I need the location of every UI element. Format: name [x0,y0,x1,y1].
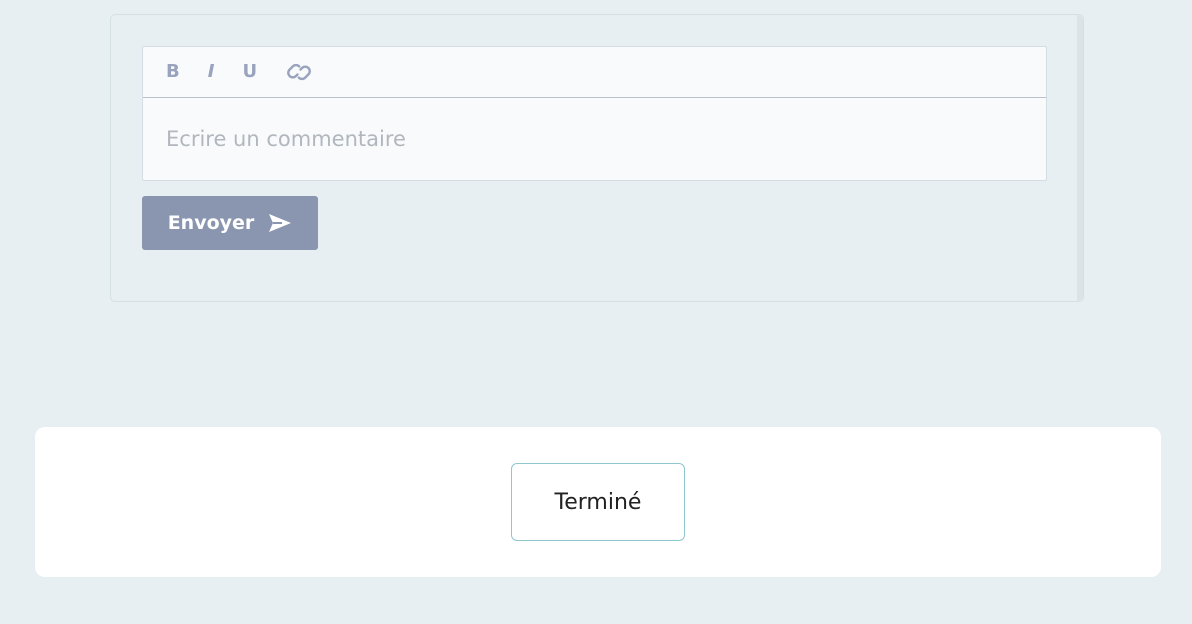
underline-button[interactable]: U [242,63,257,81]
editor-toolbar: B I U [143,47,1046,98]
comment-input[interactable] [143,98,1046,180]
link-button[interactable] [285,61,313,83]
send-button-label: Envoyer [167,212,255,234]
send-button[interactable]: Envoyer [142,196,318,250]
link-icon [287,63,311,81]
send-icon [269,214,292,232]
page: B I U Envoyer [0,0,1192,624]
bold-button[interactable]: B [166,63,180,81]
comment-panel: B I U Envoyer [110,14,1084,302]
panel-scrollbar[interactable] [1077,15,1083,301]
footer-card: Terminé [35,427,1161,577]
italic-button[interactable]: I [208,63,215,81]
comment-editor: B I U [142,46,1047,181]
done-button[interactable]: Terminé [511,463,685,541]
